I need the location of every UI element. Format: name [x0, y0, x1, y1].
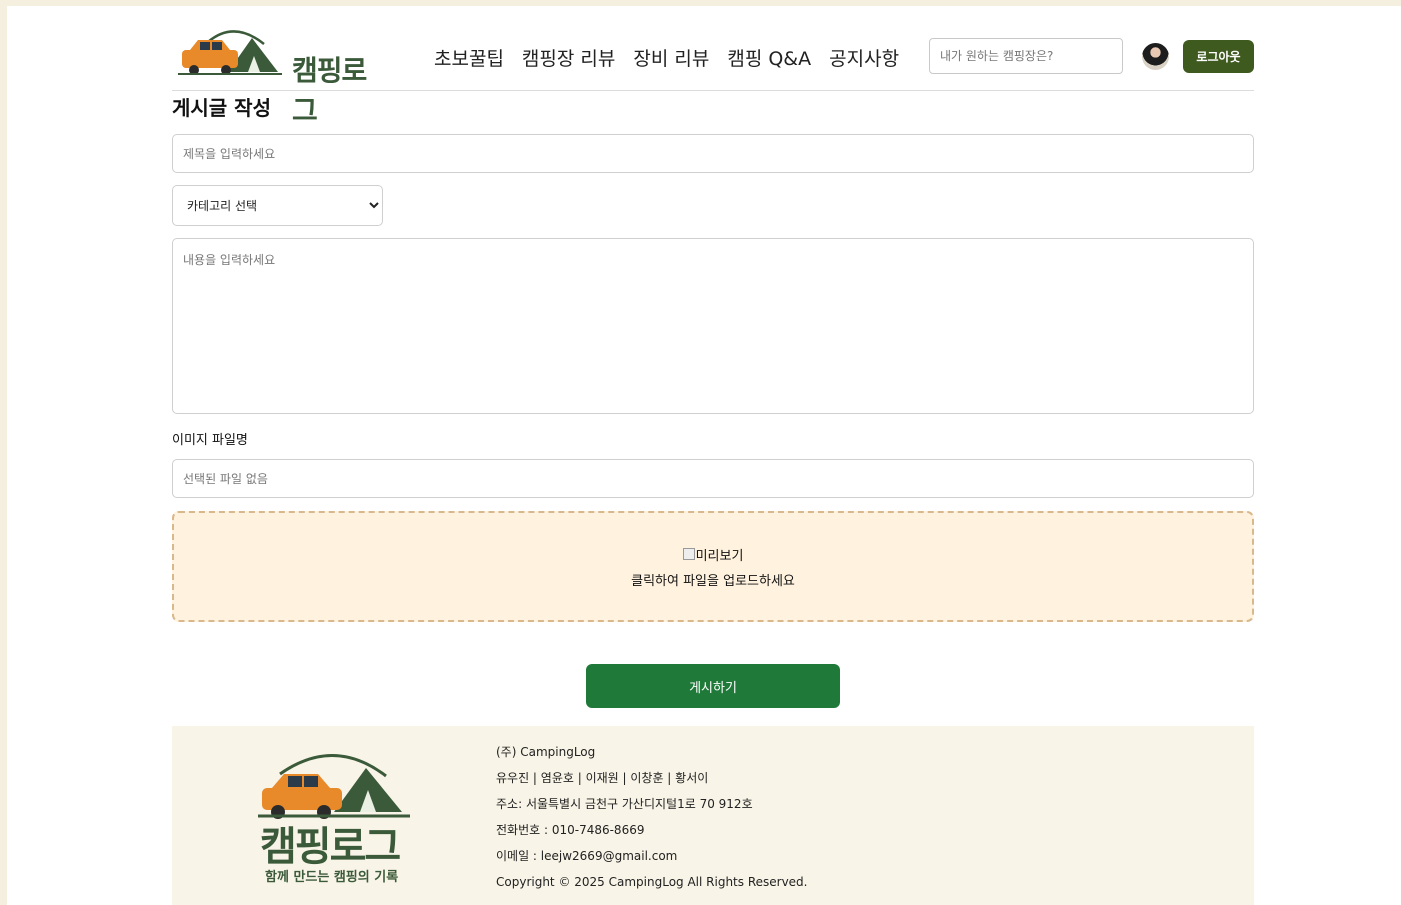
footer-company: (주) CampingLog [496, 745, 596, 759]
post-form: 게시글 작성 카테고리 선택 이미지 파일명 미리보기 클릭하여 파일을 업로드… [172, 6, 1254, 726]
footer-copyright: Copyright © 2025 CampingLog All Rights R… [496, 875, 808, 889]
content-textarea[interactable] [172, 238, 1254, 414]
footer-address: 주소: 서울특별시 금천구 가산디지털1로 70 912호 [496, 797, 753, 811]
footer-info: (주) CampingLog 유우진 | 염윤호 | 이재원 | 이창훈 | 황… [496, 742, 807, 898]
upload-instruction: 클릭하여 파일을 업로드하세요 [631, 573, 795, 589]
footer-phone: 전화번호 : 010-7486-8669 [496, 823, 645, 837]
page: 캠핑로그 초보꿀팁 캠핑장 리뷰 장비 리뷰 캠핑 Q&A 공지사항 로그아웃 … [7, 6, 1401, 905]
broken-image-icon [682, 548, 695, 560]
submit-post-button[interactable]: 게시하기 [586, 664, 840, 708]
file-name-field[interactable] [172, 459, 1254, 498]
image-filename-label: 이미지 파일명 [172, 433, 248, 448]
site-footer: 캠핑로그 함께 만드는 캠핑의 기록 (주) CampingLog 유우진 | … [172, 726, 1254, 905]
page-title: 게시글 작성 [172, 96, 271, 120]
footer-email: 이메일 : leejw2669@gmail.com [496, 849, 678, 863]
title-input[interactable] [172, 134, 1254, 173]
file-upload-dropzone[interactable]: 미리보기 클릭하여 파일을 업로드하세요 [172, 511, 1254, 622]
image-preview: 미리보기 [682, 545, 744, 564]
category-select[interactable]: 카테고리 선택 [172, 185, 383, 226]
footer-members: 유우진 | 염윤호 | 이재원 | 이창훈 | 황서이 [496, 771, 709, 785]
preview-alt-text: 미리보기 [695, 548, 744, 564]
footer-brand-name: 캠핑로그 [260, 824, 401, 870]
footer-slogan: 함께 만드는 캠핑의 기록 [265, 870, 399, 885]
